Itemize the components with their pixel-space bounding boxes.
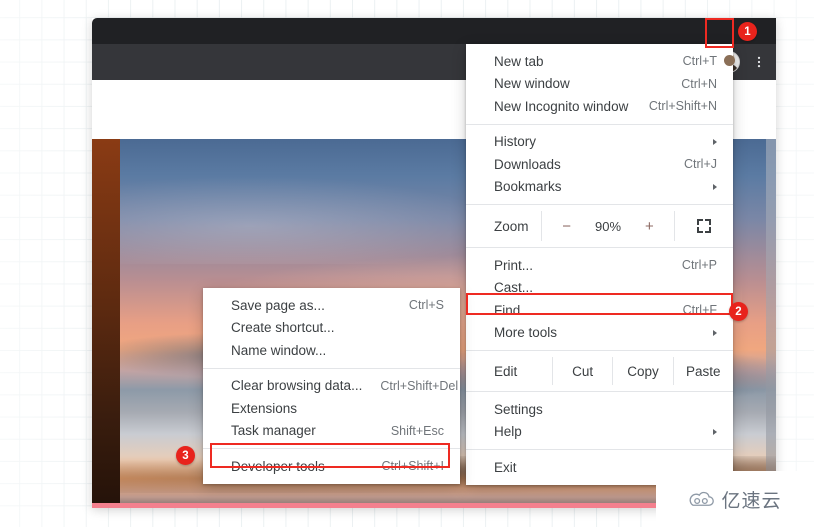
menu-item-new-window[interactable]: New window Ctrl+N [466,73,733,96]
more-tools-item[interactable]: More tools [466,322,733,345]
menu-separator [466,123,733,125]
submenu-item-name-window[interactable]: Name window... [203,339,460,362]
menu-item-history[interactable]: History [466,131,733,154]
chevron-right-icon [713,329,717,336]
edit-label: Edit [494,363,518,379]
kebab-menu-icon[interactable] [744,47,774,77]
chevron-right-icon [713,183,717,190]
menu-item-shortcut: Ctrl+Shift+I [381,459,444,474]
menu-item-shortcut: Ctrl+J [684,157,717,172]
menu-separator [466,350,733,351]
photo-left-edge [92,139,120,508]
menu-item-label: Task manager [231,423,316,439]
zoom-in-button[interactable]: + [645,218,654,235]
menu-item-label: Save page as... [231,297,325,313]
menu-item-shortcut: Ctrl+S [408,298,444,313]
submenu-item-create-shortcut[interactable]: Create shortcut... [203,317,460,340]
menu-item-label: Bookmarks [494,179,562,195]
zoom-label: Zoom [494,218,529,234]
menu-item-label: More tools [494,325,558,341]
menu-item-label: Extensions [231,400,298,416]
menu-item-label: Help [494,424,522,440]
photo-right-edge [766,139,776,508]
chevron-right-icon [713,428,717,435]
menu-item-label: Print... [494,257,534,273]
menu-item-label: Settings [494,401,543,417]
menu-item-bookmarks[interactable]: Bookmarks [466,176,733,199]
menu-item-label: New window [494,76,570,92]
menu-item-cast[interactable]: Cast... [466,277,733,300]
zoom-out-button[interactable]: − [562,218,571,235]
submenu-item-task-manager[interactable]: Task manager Shift+Esc [203,420,460,443]
menu-item-new-tab[interactable]: New tab Ctrl+T [466,50,733,73]
menu-item-shortcut: Ctrl+Shift+Del [380,378,459,393]
menu-item-shortcut: Ctrl+N [681,76,717,91]
menu-separator [203,367,460,369]
more-tools-submenu: Save page as... Ctrl+S Create shortcut..… [203,288,460,484]
menu-separator [203,448,460,449]
menu-separator [466,204,733,205]
submenu-item-save-page-as[interactable]: Save page as... Ctrl+S [203,294,460,317]
menu-separator [466,391,733,392]
chrome-main-menu: New tab Ctrl+T New window Ctrl+N New Inc… [466,44,733,485]
menu-separator [466,247,733,248]
menu-item-label: Developer tools [231,458,325,474]
annotation-badge-3: 3 [176,446,195,465]
submenu-item-clear-browsing-data[interactable]: Clear browsing data... Ctrl+Shift+Del [203,375,460,398]
menu-item-find[interactable]: Find... Ctrl+F [466,299,733,322]
menu-item-settings[interactable]: Settings [466,398,733,421]
menu-item-shortcut: Ctrl+P [681,258,717,273]
menu-item-label: Create shortcut... [231,320,335,336]
menu-item-new-incognito-window[interactable]: New Incognito window Ctrl+Shift+N [466,95,733,118]
menu-item-print[interactable]: Print... Ctrl+P [466,254,733,277]
menu-item-label: Downloads [494,156,561,172]
zoom-controls: − 90% + [541,211,675,241]
menu-item-zoom: Zoom − 90% + [466,211,733,241]
menu-item-shortcut: Ctrl+Shift+N [648,99,717,114]
menu-item-shortcut: Ctrl+F [682,303,717,318]
menu-separator [466,449,733,450]
annotation-badge-2: 2 [729,302,748,321]
menu-item-label: Clear browsing data... [231,378,363,394]
submenu-item-extensions[interactable]: Extensions [203,397,460,420]
menu-item-edit-row: Edit Cut Copy Paste [466,357,733,385]
menu-item-help[interactable]: Help [466,421,733,444]
menu-item-label: New tab [494,53,544,69]
menu-item-label: Cast... [494,280,534,296]
menu-item-label: Find... [494,302,532,318]
fullscreen-icon [697,219,711,233]
menu-item-label: Name window... [231,342,327,358]
edit-cut-button[interactable]: Cut [552,357,612,385]
browser-tab-strip[interactable] [92,18,776,44]
chevron-right-icon [713,138,717,145]
menu-item-label: History [494,134,537,150]
developer-tools-item[interactable]: Developer tools Ctrl+Shift+I [203,455,460,478]
brand-watermark: 亿速云 [656,471,814,527]
menu-item-shortcut: Shift+Esc [390,423,444,438]
edit-copy-button[interactable]: Copy [612,357,672,385]
fullscreen-button[interactable] [675,211,733,241]
edit-paste-button[interactable]: Paste [672,357,733,385]
annotation-badge-1: 1 [738,22,757,41]
menu-item-label: New Incognito window [494,98,629,114]
cloud-logo-icon [688,491,715,507]
zoom-level-value: 90% [594,218,622,234]
brand-text: 亿速云 [721,489,782,512]
menu-item-downloads[interactable]: Downloads Ctrl+J [466,153,733,176]
menu-item-shortcut: Ctrl+T [682,54,717,69]
